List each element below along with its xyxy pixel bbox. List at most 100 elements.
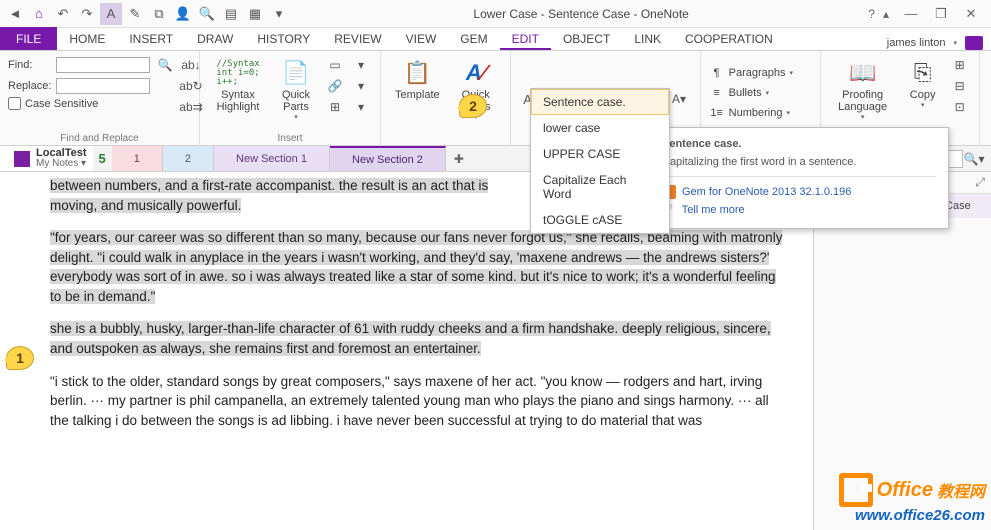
notebook-sub: My Notes ▾: [36, 159, 87, 169]
expand-icon[interactable]: ⤢: [975, 175, 985, 190]
form-icon[interactable]: ▤: [220, 3, 242, 25]
extra-2-icon[interactable]: ⊟: [949, 76, 971, 96]
group-template: 📋 Template A∕ Quick Styles▾: [381, 51, 511, 146]
menu-sentence-case[interactable]: Sentence case.: [531, 89, 669, 115]
quick-parts-button[interactable]: 📄 Quick Parts▾: [272, 55, 320, 123]
window-title: Lower Case - Sentence Case - OneNote: [294, 7, 868, 21]
find-input[interactable]: [56, 57, 150, 73]
menu-toggle-case[interactable]: tOGGLE cASE: [531, 207, 669, 233]
tab-insert[interactable]: INSERT: [117, 27, 185, 50]
bullets-button[interactable]: ≡Bullets▾: [709, 85, 770, 101]
group-label: Find and Replace: [8, 131, 191, 146]
search-icon[interactable]: 🔍: [196, 3, 218, 25]
quick-parts-icon: 📄: [280, 57, 312, 89]
tab-view[interactable]: VIEW: [394, 27, 449, 50]
extra-3-icon[interactable]: ⊡: [949, 97, 971, 117]
tab-edit[interactable]: EDIT: [500, 27, 551, 50]
ins-more-3-icon[interactable]: ▾: [350, 97, 372, 117]
tab-draw[interactable]: DRAW: [185, 27, 245, 50]
char-icon[interactable]: A▾: [668, 89, 690, 109]
ins-small-1-icon[interactable]: ▭: [324, 55, 346, 75]
syntax-icon: //Syntaxint i=0;i++;: [220, 57, 256, 89]
pen-icon[interactable]: ✎: [124, 3, 146, 25]
section-tab-2[interactable]: 2: [163, 146, 214, 171]
copy-button[interactable]: ⎘ Copy▾: [901, 55, 945, 111]
add-section-button[interactable]: ✚: [446, 146, 472, 171]
tooltip-more-link[interactable]: ❔Tell me more: [662, 201, 936, 218]
tab-review[interactable]: REVIEW: [322, 27, 393, 50]
ins-small-2-icon[interactable]: 🔗: [324, 76, 346, 96]
tab-cooperation[interactable]: COOPERATION: [673, 27, 785, 50]
avatar-icon: [965, 36, 983, 50]
grid-icon[interactable]: ▦: [244, 3, 266, 25]
back-icon[interactable]: ◄: [4, 3, 26, 25]
tooltip-product-link[interactable]: Gem for OneNote 2013 32.1.0.196: [662, 183, 936, 201]
notebook-icon: [14, 151, 30, 167]
section-tab-1[interactable]: 1: [112, 146, 163, 171]
search-icon[interactable]: 🔍▾: [963, 149, 985, 169]
window-controls: — ❐ ✕: [897, 4, 991, 24]
para-3: she is a bubbly, husky, larger-than-life…: [50, 319, 789, 358]
user-area[interactable]: james linton▾: [879, 36, 991, 50]
menu-upper-case[interactable]: UPPER CASE: [531, 141, 669, 167]
help-icon[interactable]: ?: [868, 7, 875, 21]
copy-icon: ⎘: [907, 57, 939, 89]
tab-history[interactable]: HISTORY: [245, 27, 322, 50]
replace-one-icon[interactable]: ab↻: [180, 76, 202, 96]
change-case-dropdown: Sentence case. lower case UPPER CASE Cap…: [530, 88, 670, 234]
menu-capitalize-each[interactable]: Capitalize Each Word: [531, 167, 669, 207]
user-name: james linton: [887, 37, 946, 49]
ins-small-3-icon[interactable]: ⊞: [324, 97, 346, 117]
tab-object[interactable]: OBJECT: [551, 27, 622, 50]
numbering-icon: 1≡: [709, 106, 725, 120]
section-tab-3[interactable]: New Section 1: [214, 146, 330, 171]
callout-2: 2: [459, 94, 487, 118]
highlight-icon[interactable]: ⧉: [148, 3, 170, 25]
ribbon-collapse-icon[interactable]: ▴: [883, 7, 889, 21]
styles-icon: A∕: [460, 57, 492, 89]
close-button[interactable]: ✕: [957, 4, 985, 24]
notebook-picker[interactable]: LocalTest My Notes ▾: [0, 146, 93, 171]
ins-more-1-icon[interactable]: ▾: [350, 55, 372, 75]
template-button[interactable]: 📋 Template: [389, 55, 446, 103]
tab-gem[interactable]: GEM: [448, 27, 499, 50]
save-icon[interactable]: ⌂: [28, 3, 50, 25]
more-icon[interactable]: ▾: [268, 3, 290, 25]
menu-lower-case[interactable]: lower case: [531, 115, 669, 141]
extra-1-icon[interactable]: ⊞: [949, 55, 971, 75]
redo-icon[interactable]: ↷: [76, 3, 98, 25]
find-label: Find:: [8, 59, 52, 71]
para-4: "i stick to the older, standard songs by…: [50, 372, 789, 431]
ins-more-2-icon[interactable]: ▾: [350, 76, 372, 96]
replace-input[interactable]: [56, 78, 150, 94]
tooltip-title: Sentence case.: [662, 138, 936, 150]
tab-home[interactable]: HOME: [57, 27, 117, 50]
replace-all-icon[interactable]: ab⇉: [180, 97, 202, 117]
ribbon-tabstrip: FILE HOME INSERT DRAW HISTORY REVIEW VIE…: [0, 28, 991, 51]
section-tab-4[interactable]: New Section 2: [330, 146, 446, 171]
bullets-icon: ≡: [709, 86, 725, 100]
case-sensitive-checkbox[interactable]: [8, 97, 21, 110]
maximize-button[interactable]: ❐: [927, 4, 955, 24]
paragraphs-button[interactable]: ¶Paragraphs▾: [709, 65, 793, 81]
undo-icon[interactable]: ↶: [52, 3, 74, 25]
replace-label: Replace:: [8, 80, 52, 92]
group-find-replace: Find: 🔍 Replace: Case Sensitive ab↓ ab↻ a…: [0, 51, 200, 146]
numbering-button[interactable]: 1≡Numbering▾: [709, 105, 790, 121]
tab-link[interactable]: LINK: [622, 27, 673, 50]
tooltip-panel: Sentence case. Capitalizing the first wo…: [649, 127, 949, 229]
find-go-icon[interactable]: 🔍: [154, 55, 176, 75]
proofing-language-button[interactable]: 📖 Proofing Language▾: [829, 55, 897, 123]
tooltip-body: Capitalizing the first word in a sentenc…: [662, 156, 936, 168]
para-2: "for years, our career was so different …: [50, 228, 789, 306]
user-icon[interactable]: 👤: [172, 3, 194, 25]
group-insert: //Syntaxint i=0;i++; Syntax Highlight 📄 …: [200, 51, 381, 146]
find-next-icon[interactable]: ab↓: [180, 55, 202, 75]
minimize-button[interactable]: —: [897, 4, 925, 24]
syntax-highlight-button[interactable]: //Syntaxint i=0;i++; Syntax Highlight: [208, 55, 268, 115]
quick-access-toolbar: ◄ ⌂ ↶ ↷ A ✎ ⧉ 👤 🔍 ▤ ▦ ▾: [0, 3, 294, 25]
case-sensitive-label: Case Sensitive: [25, 98, 98, 110]
touch-icon[interactable]: A: [100, 3, 122, 25]
file-tab[interactable]: FILE: [0, 27, 57, 50]
sync-count[interactable]: 5: [93, 151, 112, 166]
